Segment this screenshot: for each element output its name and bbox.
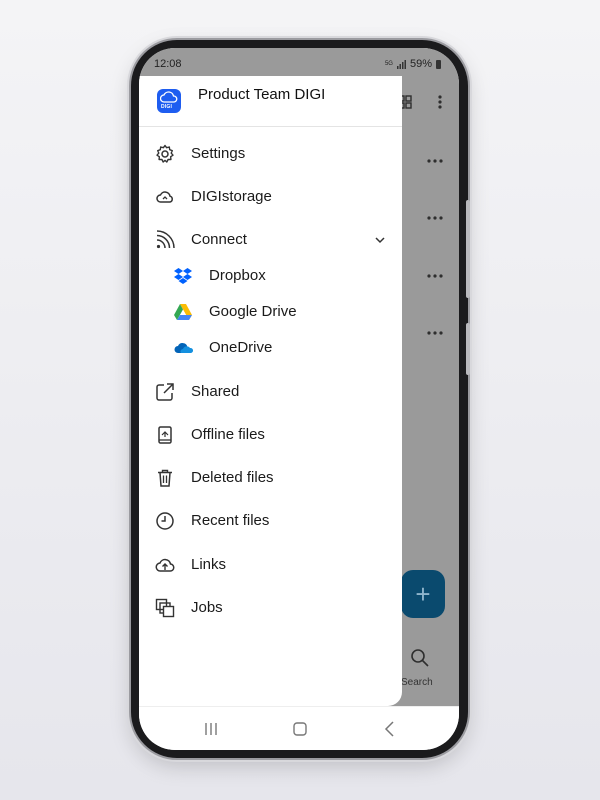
onedrive-icon <box>174 343 193 353</box>
menu-item-recent-files[interactable]: Recent files <box>139 504 402 538</box>
menu-item-label: Connect <box>191 231 247 248</box>
cloud-upload-icon <box>155 558 175 572</box>
signal-icon <box>396 59 406 69</box>
row-more-icon[interactable] <box>426 215 444 221</box>
menu-item-label: Deleted files <box>191 469 274 486</box>
menu-item-label: Settings <box>191 145 246 162</box>
jobs-icon <box>155 598 175 618</box>
trash-icon <box>158 469 172 487</box>
share-icon <box>156 383 174 401</box>
logo-text: DIGI <box>161 104 173 110</box>
menu-subitem-onedrive[interactable]: OneDrive <box>139 331 402 365</box>
home-nav-icon[interactable] <box>290 719 310 739</box>
add-fab-button[interactable]: + <box>401 570 445 618</box>
menu-item-deleted-files[interactable]: Deleted files <box>139 461 402 495</box>
status-icons: 5G 59% <box>385 58 441 70</box>
menu-item-jobs[interactable]: Jobs <box>139 591 402 625</box>
row-more-icon[interactable] <box>426 273 444 279</box>
menu-item-label: Shared <box>191 383 240 400</box>
menu-subitem-google-drive[interactable]: Google Drive <box>139 295 402 329</box>
battery-icon <box>436 59 441 69</box>
row-more-icon[interactable] <box>426 158 444 164</box>
menu-item-connect[interactable]: Connect <box>139 223 402 257</box>
menu-item-label: Recent files <box>191 512 270 529</box>
row-more-icon[interactable] <box>426 330 444 336</box>
status-bar: 12:08 5G 59% <box>139 48 459 76</box>
cloud-logo-icon <box>160 91 178 103</box>
menu-item-label: DIGIstorage <box>191 188 272 205</box>
gear-icon <box>156 144 174 163</box>
network-type: 5G <box>384 61 393 67</box>
menu-item-label: Offline files <box>191 426 265 443</box>
menu-item-shared[interactable]: Shared <box>139 375 402 409</box>
chevron-down-icon[interactable] <box>374 234 386 246</box>
power-button <box>466 323 470 375</box>
menu-item-label: Jobs <box>191 599 223 616</box>
system-navigation-bar <box>139 706 459 750</box>
phone-screen: + Search 12:08 5G 59% DIGI Product Team … <box>139 48 459 750</box>
menu-item-settings[interactable]: Settings <box>139 137 402 171</box>
menu-subitem-dropbox[interactable]: Dropbox <box>139 259 402 293</box>
workspace-name: Product Team DIGI <box>198 86 326 103</box>
rss-icon <box>156 230 175 249</box>
dropbox-icon <box>174 268 192 284</box>
menu-item-links[interactable]: Links <box>139 548 402 582</box>
menu-item-digistorage[interactable]: DIGIstorage <box>139 180 402 214</box>
search-tab-label[interactable]: Search <box>401 677 433 688</box>
more-menu-icon[interactable] <box>435 92 445 112</box>
navigation-drawer: DIGI Product Team DIGI Settings DIGIstor… <box>139 76 402 706</box>
back-nav-icon[interactable] <box>380 719 400 739</box>
menu-item-offline-files[interactable]: Offline files <box>139 418 402 452</box>
status-time: 12:08 <box>154 58 182 70</box>
recents-nav-icon[interactable] <box>201 719 221 739</box>
drawer-header[interactable]: DIGI Product Team DIGI <box>139 76 402 127</box>
menu-item-label: OneDrive <box>209 339 273 356</box>
search-icon[interactable] <box>410 648 430 668</box>
menu-item-label: Google Drive <box>209 303 297 320</box>
offline-file-icon <box>158 426 172 444</box>
clock-icon <box>156 512 174 530</box>
google-drive-icon <box>174 304 192 320</box>
volume-button <box>466 200 470 298</box>
menu-item-label: Links <box>191 556 227 573</box>
battery-percent: 59% <box>409 58 432 70</box>
digi-logo: DIGI <box>157 89 181 113</box>
cloud-icon <box>156 191 173 203</box>
menu-item-label: Dropbox <box>209 267 266 284</box>
